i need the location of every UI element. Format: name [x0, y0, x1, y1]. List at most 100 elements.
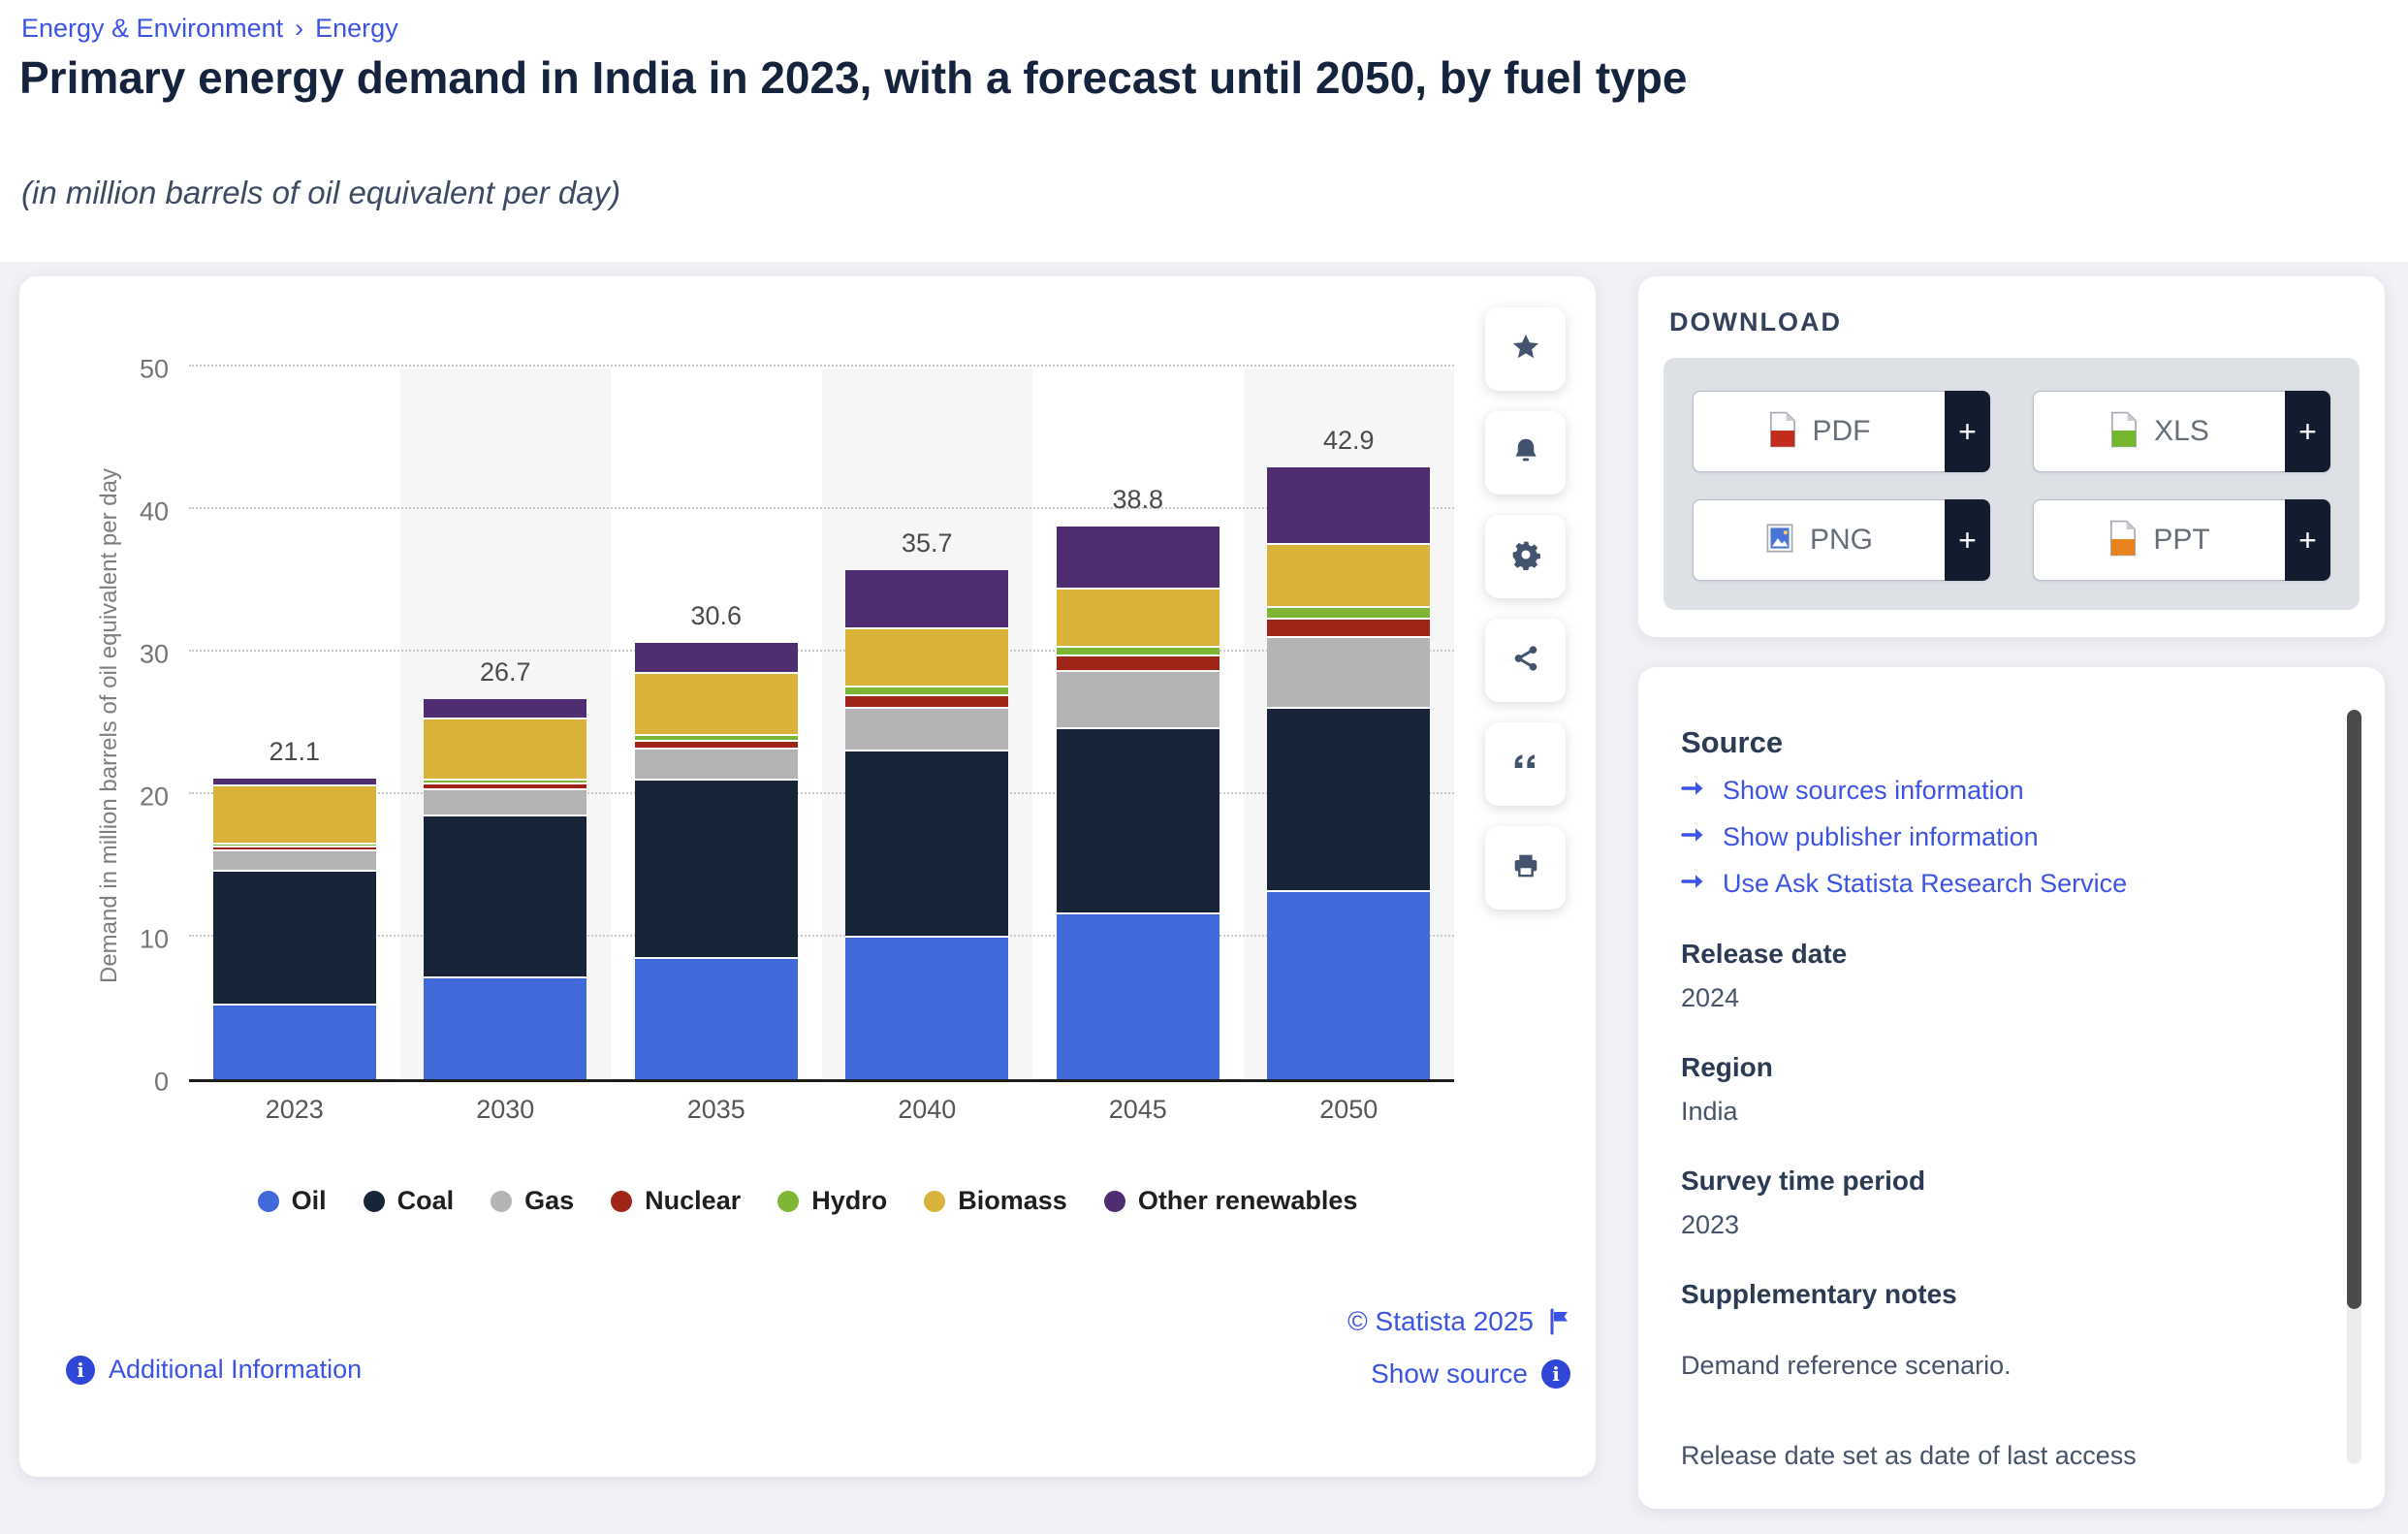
bar-segment-coal-2050[interactable] [1267, 707, 1430, 889]
bar-segment-other-renewables-2035[interactable] [635, 643, 798, 671]
bar-segment-gas-2040[interactable] [845, 707, 1008, 750]
x-tick-label: 2050 [1244, 1095, 1455, 1125]
bar-2030 [424, 699, 586, 1079]
chart-card: Demand in million barrels of oil equival… [19, 276, 1596, 1477]
bar-segment-nuclear-2045[interactable] [1057, 655, 1220, 670]
bar-segment-other-renewables-2050[interactable] [1267, 467, 1430, 543]
bar-segment-gas-2045[interactable] [1057, 670, 1220, 727]
bar-segment-oil-2023[interactable] [213, 1004, 376, 1079]
gear-button[interactable] [1485, 515, 1566, 598]
source-link-show-sources-information[interactable]: Show sources information [1681, 774, 2278, 807]
legend-dot [924, 1191, 945, 1212]
bar-2050 [1267, 467, 1430, 1079]
add-to-favorites-plus-button[interactable]: + [1945, 499, 1990, 581]
bell-icon [1510, 435, 1541, 471]
png-file-icon [1765, 520, 1794, 561]
bar-segment-nuclear-2050[interactable] [1267, 618, 1430, 636]
breadcrumb: Energy & Environment › Energy [21, 14, 398, 44]
download-xls-label: XLS [2154, 415, 2209, 448]
bar-segment-hydro-2045[interactable] [1057, 646, 1220, 655]
breadcrumb-link-energy-environment[interactable]: Energy & Environment [21, 14, 283, 44]
ppt-file-icon [2108, 520, 2138, 561]
download-pdf-button[interactable]: PDF + [1693, 391, 1990, 472]
bar-segment-gas-2035[interactable] [635, 748, 798, 779]
y-tick-label: 0 [154, 1068, 169, 1098]
bar-segment-coal-2035[interactable] [635, 779, 798, 957]
statista-copyright[interactable]: © Statista 2025 [1347, 1306, 1570, 1337]
share-button[interactable] [1485, 619, 1566, 702]
gear-icon [1510, 539, 1541, 575]
bar-segment-biomass-2030[interactable] [424, 718, 586, 779]
bar-segment-hydro-2050[interactable] [1267, 606, 1430, 618]
source-link-use-ask-statista-research-service[interactable]: Use Ask Statista Research Service [1681, 867, 2278, 900]
bell-button[interactable] [1485, 411, 1566, 495]
legend-dot [364, 1191, 385, 1212]
field-label-region: Region [1681, 1052, 2278, 1083]
bar-segment-biomass-2035[interactable] [635, 672, 798, 735]
chart-footer-right: © Statista 2025 Show source i [1347, 1306, 1570, 1390]
additional-information-link[interactable]: i Additional Information [66, 1355, 362, 1385]
info-icon: i [1541, 1359, 1570, 1389]
bar-segment-gas-2050[interactable] [1267, 636, 1430, 708]
add-to-favorites-plus-button[interactable]: + [1945, 391, 1990, 472]
bar-2023 [213, 779, 376, 1079]
legend-dot [777, 1191, 799, 1212]
gridline [189, 650, 1454, 652]
star-button[interactable] [1485, 307, 1566, 391]
legend-dot [611, 1191, 632, 1212]
legend-item-other-renewables: Other renewables [1104, 1186, 1358, 1216]
bar-segment-oil-2040[interactable] [845, 936, 1008, 1079]
bar-segment-nuclear-2040[interactable] [845, 694, 1008, 707]
bar-segment-coal-2045[interactable] [1057, 727, 1220, 912]
source-link-label: Use Ask Statista Research Service [1723, 869, 2127, 899]
bar-segment-biomass-2045[interactable] [1057, 588, 1220, 646]
download-ppt-button[interactable]: PPT+ [2033, 499, 2330, 581]
print-button[interactable] [1485, 826, 1566, 910]
bar-segment-coal-2030[interactable] [424, 815, 586, 977]
download-header: DOWNLOAD [1669, 307, 1842, 337]
quote-button[interactable] [1485, 722, 1566, 806]
bar-segment-oil-2035[interactable] [635, 957, 798, 1079]
bar-segment-gas-2030[interactable] [424, 788, 586, 814]
field-label-release-date: Release date [1681, 939, 2278, 970]
show-source-link[interactable]: Show source i [1371, 1358, 1570, 1390]
bar-value-label: 38.8 [1032, 485, 1244, 515]
quote-icon [1510, 747, 1541, 783]
scrollbar-thumb[interactable] [2347, 710, 2361, 1309]
bar-segment-other-renewables-2030[interactable] [424, 699, 586, 718]
bar-segment-gas-2023[interactable] [213, 849, 376, 870]
x-tick-label: 2045 [1032, 1095, 1244, 1125]
legend-item-gas: Gas [491, 1186, 574, 1216]
download-png-button[interactable]: PNG+ [1693, 499, 1990, 581]
gridline [189, 507, 1454, 509]
source-link-show-publisher-information[interactable]: Show publisher information [1681, 820, 2278, 853]
breadcrumb-link-energy[interactable]: Energy [315, 14, 398, 44]
download-xls-button[interactable]: XLS + [2033, 391, 2330, 472]
bar-value-label: 42.9 [1244, 426, 1455, 456]
add-to-favorites-plus-button[interactable]: + [2285, 391, 2330, 472]
bar-segment-nuclear-2035[interactable] [635, 740, 798, 747]
bar-segment-oil-2050[interactable] [1267, 890, 1430, 1080]
field-value-survey-time-period: 2023 [1681, 1210, 2278, 1240]
legend-item-nuclear: Nuclear [611, 1186, 741, 1216]
bar-segment-coal-2040[interactable] [845, 750, 1008, 935]
supplementary-note: Release date set as date of last access [1681, 1441, 2278, 1471]
star-icon [1510, 332, 1541, 368]
scrollbar-track[interactable] [2347, 710, 2361, 1464]
source-heading: Source [1681, 725, 2278, 760]
bar-segment-other-renewables-2045[interactable] [1057, 527, 1220, 588]
bar-segment-other-renewables-2040[interactable] [845, 570, 1008, 627]
bar-segment-coal-2023[interactable] [213, 870, 376, 1004]
copyright-label: © Statista 2025 [1347, 1306, 1534, 1337]
legend-item-oil: Oil [258, 1186, 327, 1216]
bar-segment-biomass-2023[interactable] [213, 784, 376, 843]
bar-segment-oil-2045[interactable] [1057, 912, 1220, 1079]
bar-segment-biomass-2050[interactable] [1267, 543, 1430, 606]
download-pdf-label: PDF [1813, 415, 1871, 448]
bar-segment-biomass-2040[interactable] [845, 627, 1008, 686]
gridline [189, 935, 1454, 937]
download-card: DOWNLOAD PDF+XLS+PNG+PPT+ [1638, 276, 2385, 637]
bar-segment-hydro-2040[interactable] [845, 686, 1008, 694]
bar-segment-oil-2030[interactable] [424, 976, 586, 1079]
add-to-favorites-plus-button[interactable]: + [2285, 499, 2330, 581]
